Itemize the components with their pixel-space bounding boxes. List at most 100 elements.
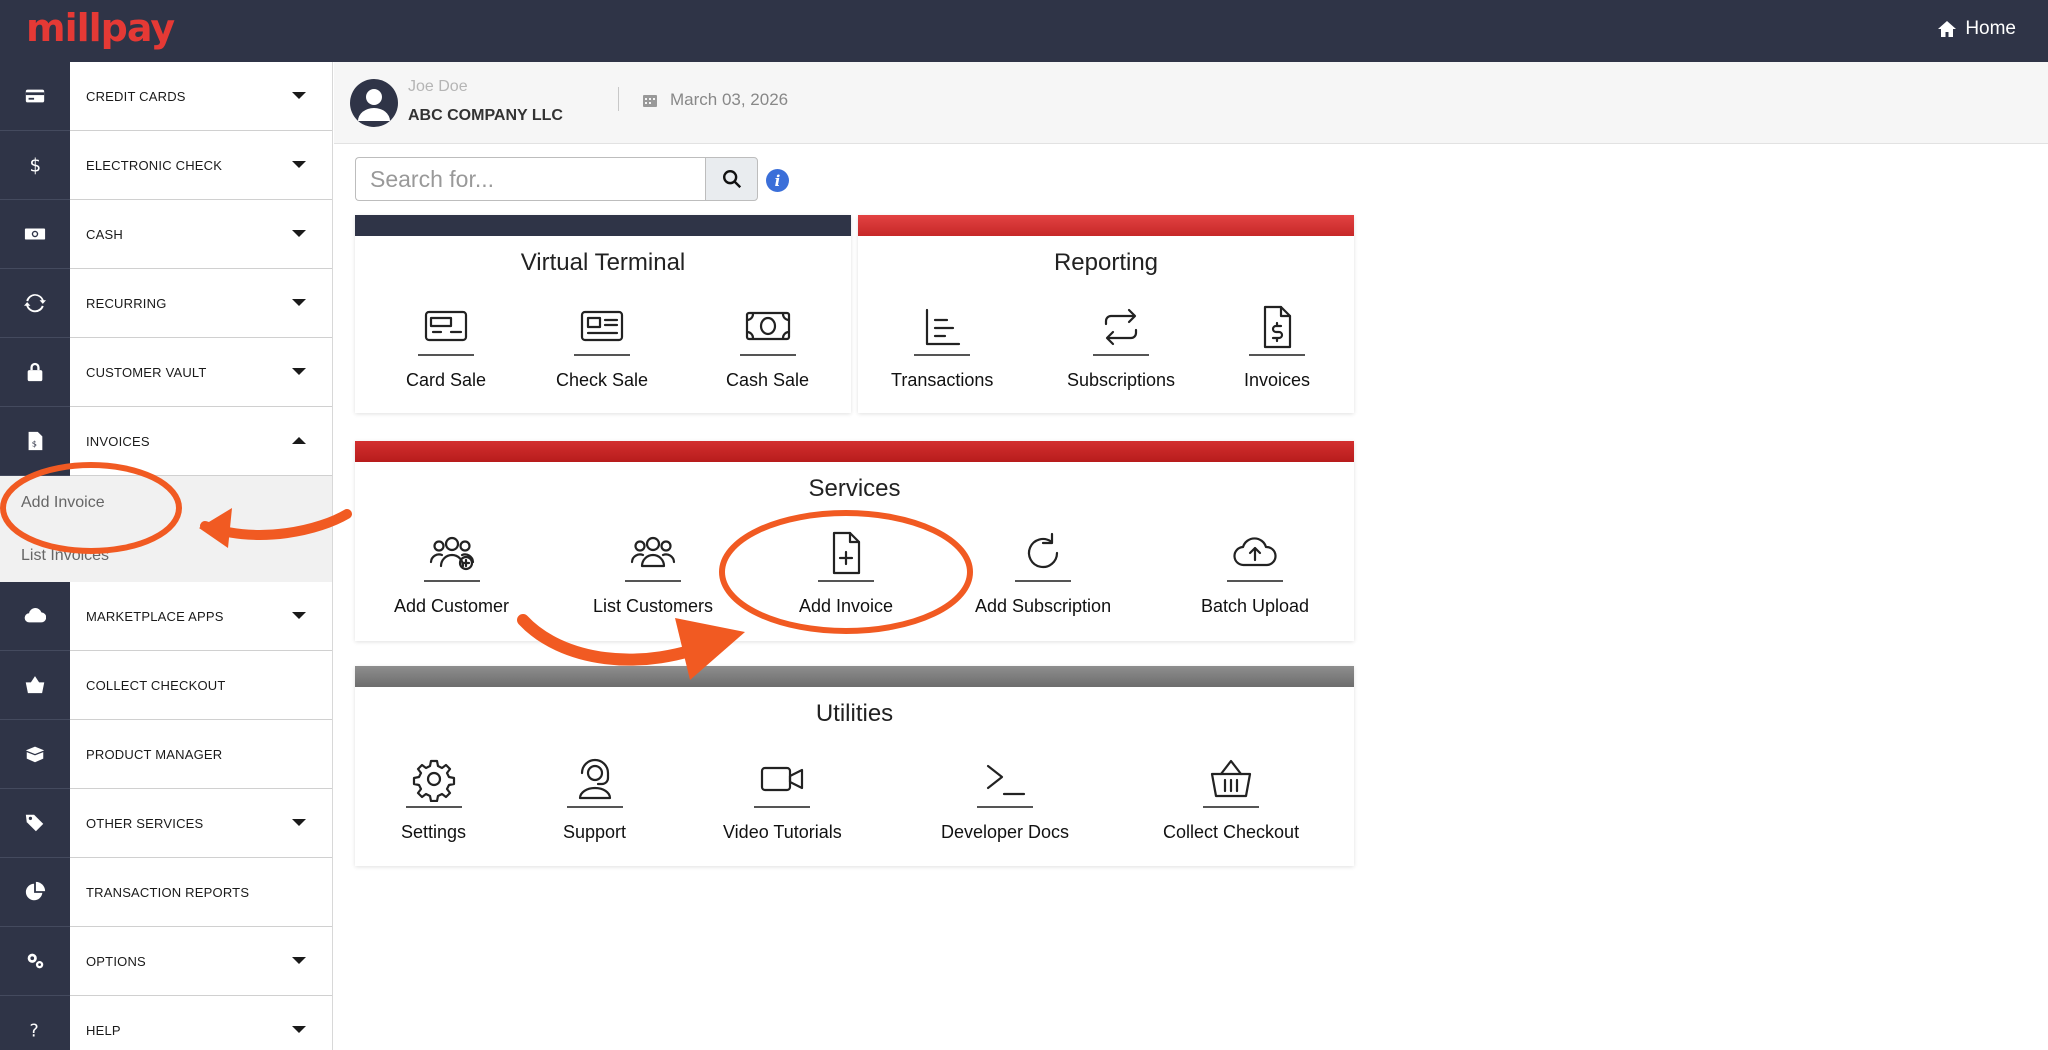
tile-cash-sale[interactable]: Cash Sale	[726, 300, 809, 391]
refresh-icon	[24, 293, 46, 312]
tile-check-sale[interactable]: Check Sale	[556, 300, 648, 391]
tile-video-tutorials[interactable]: Video Tutorials	[723, 752, 842, 843]
sidebar-item-label: CUSTOMER VAULT	[86, 364, 207, 380]
chevron-down-icon	[292, 612, 306, 619]
search-input[interactable]	[355, 157, 707, 201]
info-icon[interactable]: i	[766, 169, 789, 192]
avatar[interactable]	[350, 79, 398, 127]
sidebar-item-other-services[interactable]: OTHER SERVICES	[0, 788, 332, 858]
tile-collect-checkout[interactable]: Collect Checkout	[1163, 752, 1299, 843]
cloud-icon	[24, 607, 46, 622]
sidebar-item-customer-vault[interactable]: CUSTOMER VAULT	[0, 337, 332, 407]
sidebar-item-product-manager[interactable]: PRODUCT MANAGER	[0, 719, 332, 789]
virtual-terminal-card: Virtual Terminal Card Sale Check Sale Ca…	[355, 215, 851, 413]
sidebar-item-label: MARKETPLACE APPS	[86, 608, 224, 624]
users-icon	[630, 536, 676, 568]
sidebar-item-label: INVOICES	[86, 433, 150, 449]
tile-label: Add Invoice	[799, 596, 894, 616]
sidebar-item-label: ELECTRONIC CHECK	[86, 157, 223, 173]
sidebar-item-label: OPTIONS	[86, 953, 146, 969]
header-divider	[618, 87, 619, 111]
user-name: Joe Doe	[408, 78, 468, 95]
chevron-down-icon	[292, 368, 306, 375]
sidebar-item-electronic-check[interactable]: $ ELECTRONIC CHECK	[0, 130, 332, 200]
box-icon	[25, 746, 45, 762]
tile-card-sale[interactable]: Card Sale	[406, 300, 486, 391]
chevron-down-icon	[292, 819, 306, 826]
utilities-card: Utilities Settings Support Video Tutoria…	[355, 666, 1354, 866]
millpay-logo[interactable]: millpay	[26, 6, 175, 50]
chevron-down-icon	[292, 92, 306, 99]
tile-list-customers[interactable]: List Customers	[593, 526, 713, 617]
home-link[interactable]: Home	[1937, 18, 2016, 40]
tile-label: Card Sale	[406, 370, 487, 390]
sidebar-item-invoices[interactable]: $ INVOICES	[0, 406, 332, 476]
tags-icon	[25, 814, 44, 831]
tile-label: Cash Sale	[726, 370, 810, 390]
chevron-down-icon	[292, 230, 306, 237]
svg-text:$: $	[30, 155, 42, 176]
sidebar-item-transaction-reports[interactable]: TRANSACTION REPORTS	[0, 857, 332, 927]
sidebar-item-cash[interactable]: CASH	[0, 199, 332, 269]
sidebar-item-label: PRODUCT MANAGER	[86, 746, 223, 762]
tile-developer-docs[interactable]: Developer Docs	[941, 752, 1069, 843]
card-title: Utilities	[815, 700, 894, 727]
home-icon	[1938, 21, 1957, 37]
cash-icon	[24, 228, 46, 239]
search-button[interactable]	[705, 157, 758, 201]
tile-support[interactable]: Support	[563, 752, 626, 843]
tile-label: Add Subscription	[975, 596, 1112, 616]
sidebar-item-marketplace-apps[interactable]: MARKETPLACE APPS	[0, 581, 332, 651]
date-text: March 03, 2026	[670, 90, 789, 109]
sidebar-subitem-add-invoice[interactable]: Add Invoice	[0, 476, 332, 529]
chevron-down-icon	[292, 1026, 306, 1033]
card-header-bar	[355, 666, 1354, 687]
sidebar-item-credit-cards[interactable]: CREDIT CARDS	[0, 62, 332, 131]
tile-label: Subscriptions	[1067, 370, 1176, 390]
list-chart-icon	[926, 308, 961, 346]
account-header: Joe Doe ABC COMPANY LLC March 03, 2026	[334, 62, 2048, 144]
card-header-bar	[355, 441, 1354, 462]
tile-transactions[interactable]: Transactions	[891, 300, 993, 391]
tile-add-customer[interactable]: Add Customer	[394, 526, 509, 617]
credit-card-icon	[25, 89, 45, 102]
add-file-icon	[832, 531, 861, 575]
invoice-file-icon	[1263, 305, 1292, 349]
sidebar-item-help[interactable]: ? HELP	[0, 995, 332, 1050]
tile-batch-upload[interactable]: Batch Upload	[1201, 526, 1309, 617]
credit-card-icon	[424, 310, 468, 342]
terminal-icon	[986, 764, 1026, 796]
tile-add-subscription[interactable]: Add Subscription	[975, 526, 1111, 617]
tile-settings[interactable]: Settings	[401, 752, 466, 843]
tile-label: Settings	[401, 822, 467, 842]
tile-invoices[interactable]: Invoices	[1244, 300, 1310, 391]
tile-label: List Customers	[593, 596, 714, 616]
sidebar-item-label: HELP	[86, 1022, 121, 1038]
card-title: Reporting	[1053, 249, 1159, 276]
question-icon: ?	[30, 1021, 39, 1041]
svg-text:?: ?	[30, 1021, 39, 1041]
date-display: March 03, 2026	[642, 90, 788, 110]
sidebar-item-label: CREDIT CARDS	[86, 88, 186, 104]
tile-subscriptions[interactable]: Subscriptions	[1067, 300, 1175, 391]
user-icon	[358, 89, 390, 121]
cloud-upload-icon	[1233, 537, 1277, 567]
tile-add-invoice[interactable]: Add Invoice	[799, 526, 893, 617]
card-title: Virtual Terminal	[520, 249, 686, 276]
chevron-down-icon	[292, 299, 306, 306]
tile-label: Video Tutorials	[723, 822, 842, 842]
chevron-up-icon	[292, 437, 306, 444]
repeat-icon	[1104, 308, 1138, 346]
sidebar-item-recurring[interactable]: RECURRING	[0, 268, 332, 338]
reporting-card: Reporting Transactions Subscriptions Inv…	[858, 215, 1354, 413]
calendar-icon	[643, 95, 657, 107]
video-camera-icon	[761, 766, 804, 792]
sidebar-subitem-list-invoices[interactable]: List Invoices	[0, 529, 332, 582]
tile-label: Transactions	[891, 370, 994, 390]
tile-label: Check Sale	[556, 370, 649, 390]
company-name: ABC COMPANY LLC	[408, 107, 563, 124]
sidebar-item-collect-checkout[interactable]: COLLECT CHECKOUT	[0, 650, 332, 720]
sidebar-item-options[interactable]: OPTIONS	[0, 926, 332, 996]
dollar-icon: $	[30, 155, 42, 176]
svg-text:$: $	[32, 438, 37, 448]
